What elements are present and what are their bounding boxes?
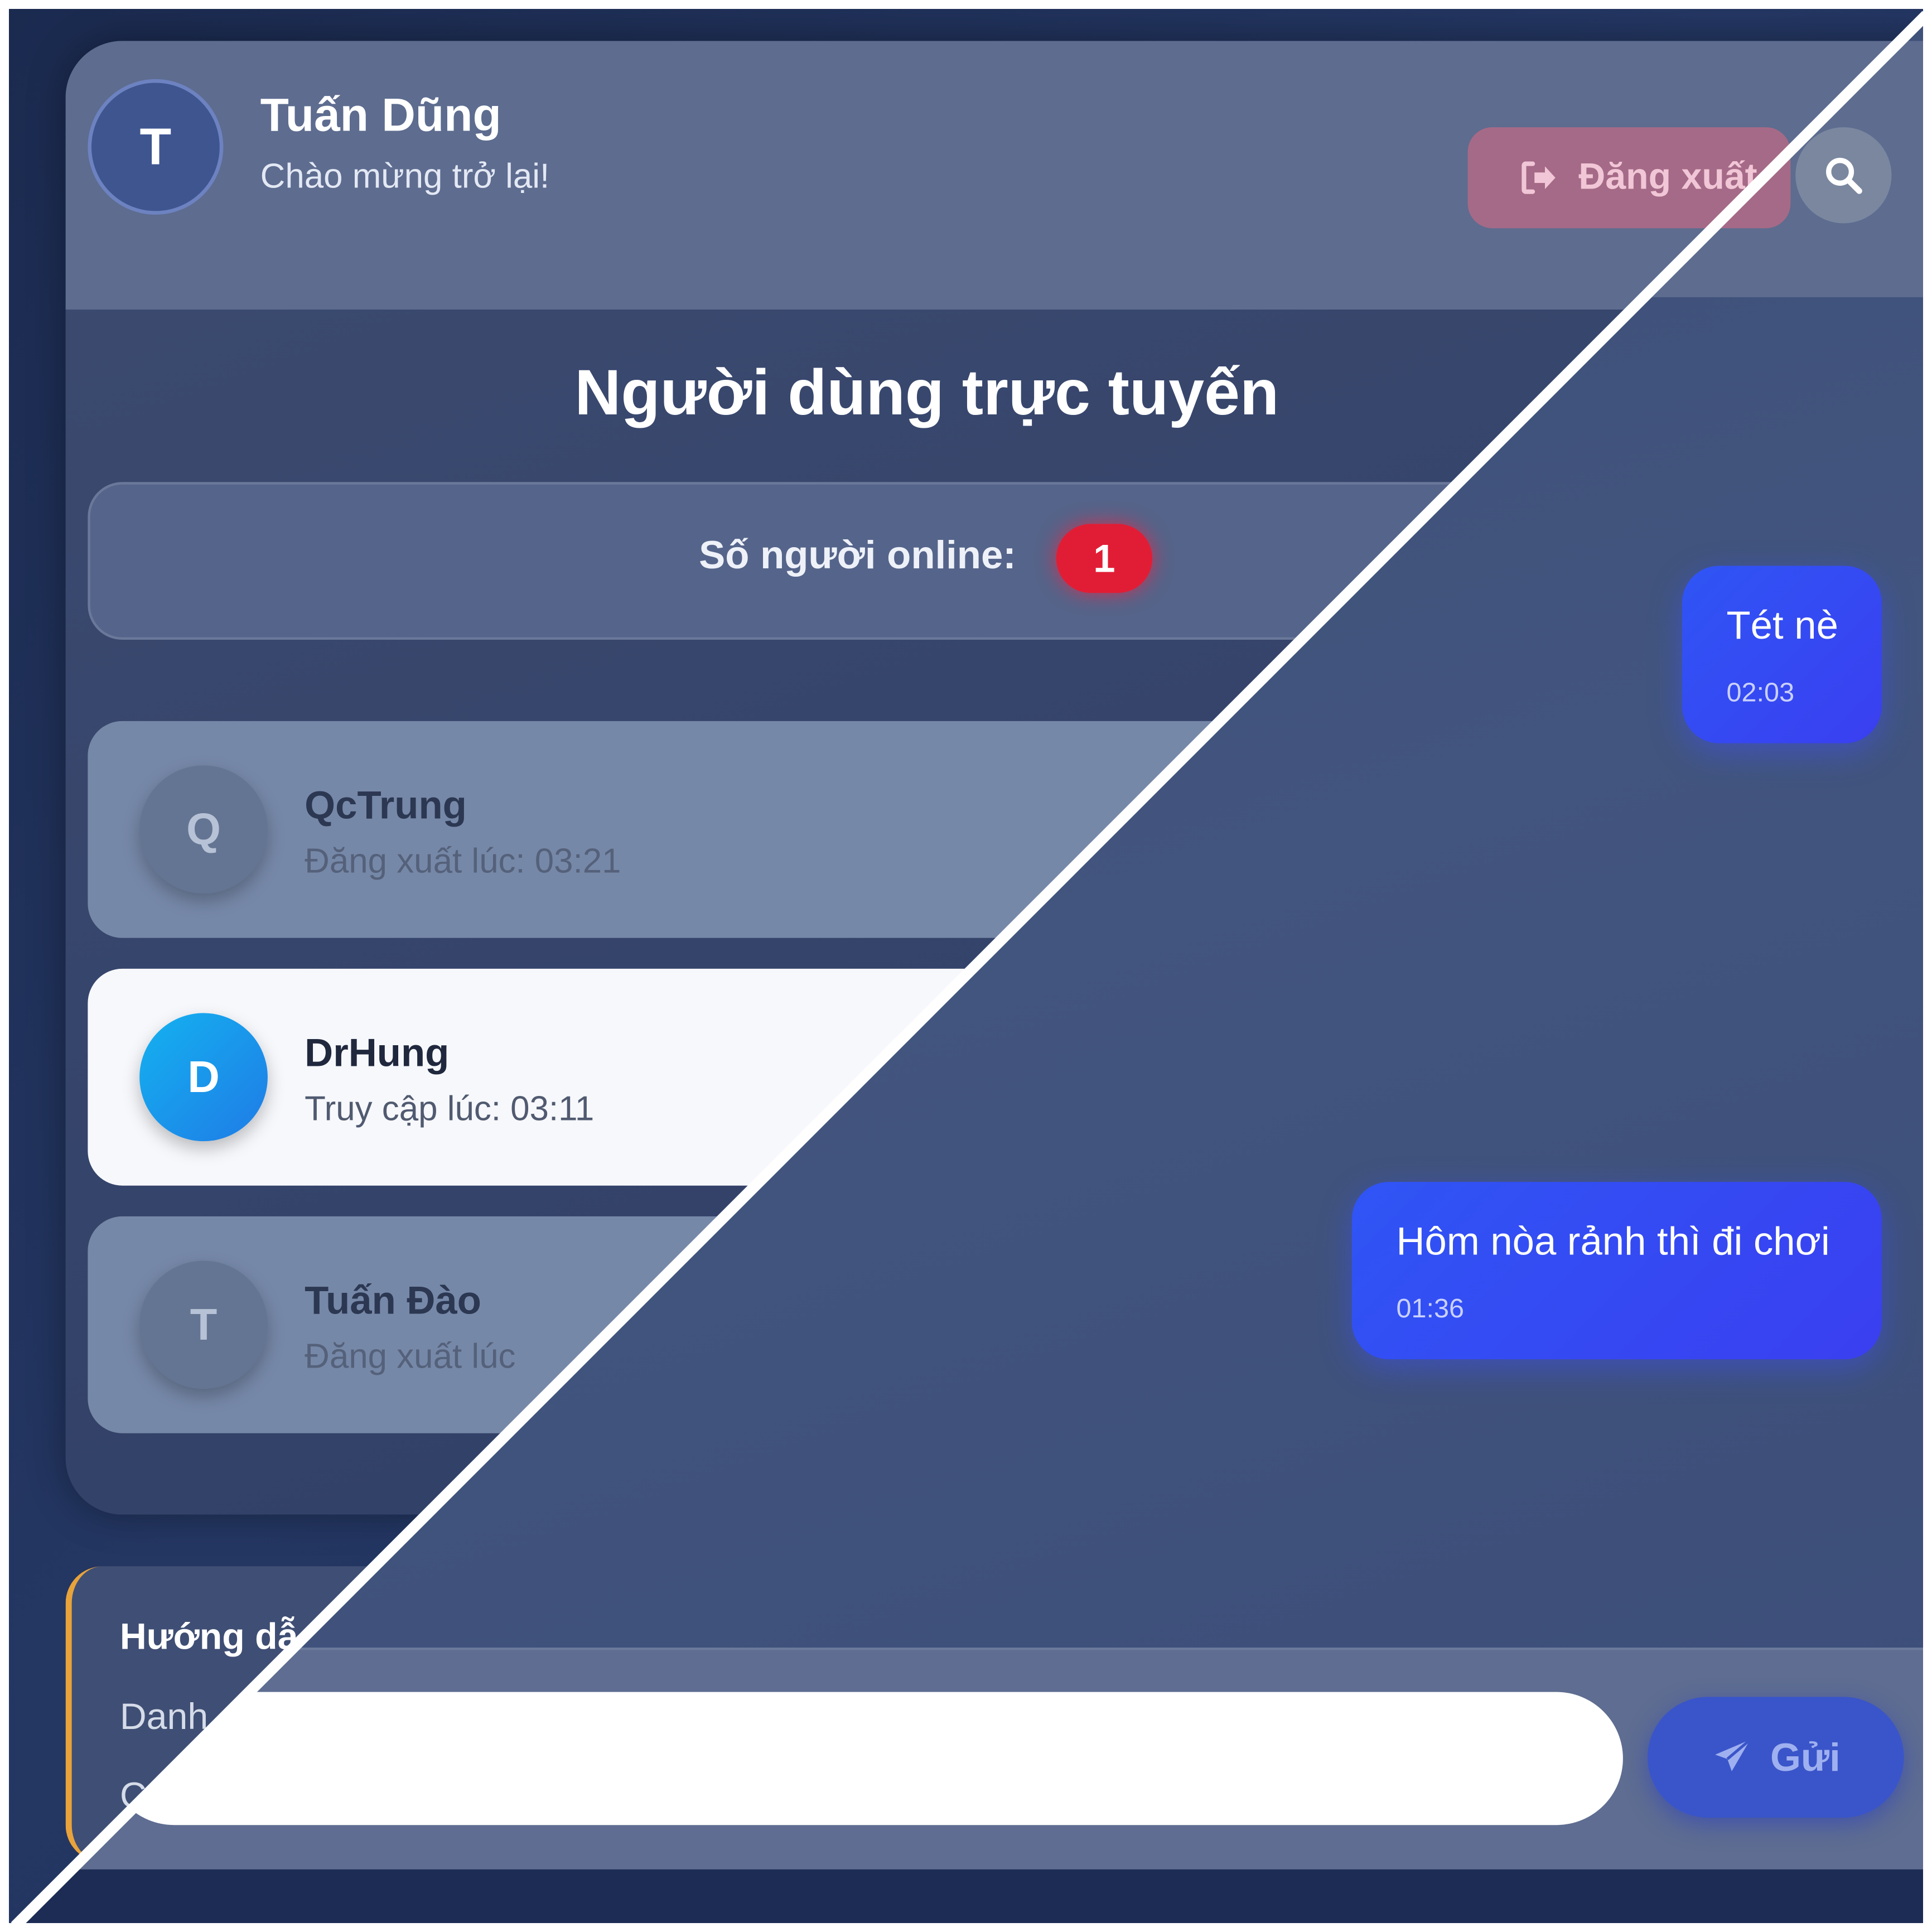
message-text: Tét nè: [1726, 602, 1838, 648]
search-icon: [1826, 157, 1862, 194]
logout-icon: [1522, 161, 1556, 194]
message-input[interactable]: [107, 1692, 1623, 1825]
user-name: DrHung: [305, 1030, 450, 1075]
search-button[interactable]: [1795, 127, 1892, 224]
user-status: Đăng xuất lúc: 03:21: [305, 842, 621, 880]
user-name: QcTrung: [305, 783, 467, 827]
user-avatar: Q: [139, 765, 268, 894]
message-time: 01:36: [1396, 1292, 1465, 1324]
guide-title: Hướng dẫ: [119, 1616, 298, 1658]
send-label: Gửi: [1770, 1734, 1841, 1779]
message-bubble-sent: Hôm nòa rảnh thì đi chơi 01:36: [1351, 1182, 1882, 1360]
user-status: Đăng xuất lúc: [305, 1337, 516, 1375]
online-count-badge: 1: [1056, 524, 1153, 593]
user-avatar: D: [139, 1013, 268, 1142]
paper-plane-icon: [1714, 1738, 1751, 1771]
split-screen-scene: T Tuấn Dũng Chào mừng trở lại! Đăng xuất…: [9, 9, 1923, 1923]
online-count-label: Số người online:: [699, 532, 1016, 577]
user-avatar: T: [139, 1260, 268, 1389]
welcome-message: Chào mừng trở lại!: [260, 157, 550, 195]
bottom-edge: [18, 1869, 1923, 1923]
user-status: Truy cập lúc: 03:11: [305, 1089, 595, 1128]
user-name: Tuấn Đào: [305, 1278, 481, 1322]
send-button[interactable]: Gửi: [1648, 1697, 1904, 1818]
message-text: Hôm nòa rảnh thì đi chơi: [1396, 1219, 1830, 1263]
logout-label: Đăng xuất: [1578, 157, 1757, 197]
current-user-avatar: T: [88, 79, 224, 215]
message-time: 02:03: [1726, 677, 1795, 708]
message-bubble-sent: Tét nè 02:03: [1682, 566, 1882, 743]
current-user-name: Tuấn Dũng: [260, 90, 501, 142]
screenshot-frame: T Tuấn Dũng Chào mừng trở lại! Đăng xuất…: [9, 9, 1923, 1923]
guide-text-line: Danh: [119, 1697, 209, 1738]
